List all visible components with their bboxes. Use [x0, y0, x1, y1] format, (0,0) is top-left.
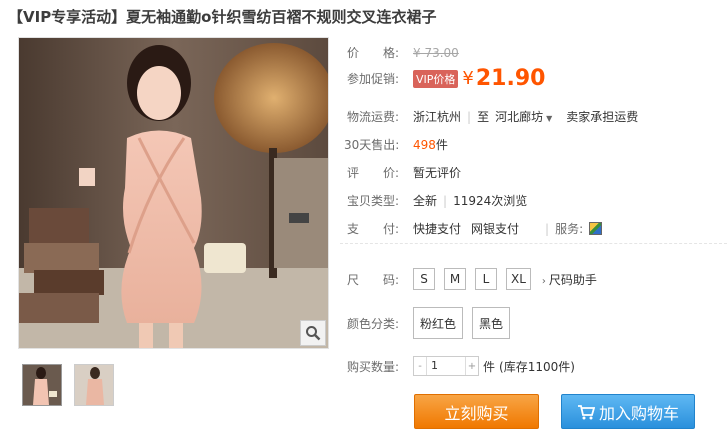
- item-type-row: 宝贝类型: 全新 | 11924次浏览: [347, 192, 527, 209]
- payment-method-quick[interactable]: 快捷支付: [413, 220, 461, 237]
- quantity-decrease-button[interactable]: -: [414, 361, 426, 372]
- cart-icon: [577, 404, 595, 419]
- size-option-m[interactable]: M: [444, 268, 466, 290]
- shipping-fee: 卖家承担运费: [566, 110, 639, 124]
- size-option-l[interactable]: L: [475, 268, 497, 290]
- stock-info: (库存1100件): [499, 359, 575, 374]
- quantity-row: 购买数量: - 1 + 件 (库存1100件): [347, 356, 575, 376]
- shipping-to-prefix: 至: [477, 110, 490, 124]
- chevron-down-icon: ▼: [546, 114, 553, 123]
- payment-label: 支 付:: [347, 222, 400, 236]
- quantity-input[interactable]: 1: [426, 357, 466, 375]
- separator: |: [545, 221, 550, 236]
- promo-price: 21.90: [475, 66, 546, 91]
- view-count: 11924次浏览: [453, 194, 528, 208]
- magnifier-icon: [306, 326, 321, 341]
- promo-price-row: 参加促销: VIP价格 ¥ 21.90: [347, 66, 545, 91]
- sales-count: 498: [413, 137, 436, 152]
- size-option-s[interactable]: S: [413, 268, 435, 290]
- separator: |: [467, 109, 472, 124]
- zoom-button[interactable]: [300, 320, 326, 346]
- buy-now-button[interactable]: 立刻购买: [414, 394, 539, 429]
- color-option-pink[interactable]: 粉红色: [413, 307, 464, 339]
- review-row: 评 价: 暂无评价: [347, 164, 461, 181]
- size-row: 尺 码: S M L XL › 尺码助手: [347, 268, 597, 290]
- buy-now-label: 立刻购买: [444, 403, 509, 423]
- quantity-label: 购买数量:: [347, 359, 400, 374]
- product-photo: [19, 38, 328, 348]
- shipping-row: 物流运费: 浙江杭州 | 至 河北廊坊 ▼ 卖家承担运费: [347, 108, 638, 125]
- add-to-cart-label: 加入购物车: [598, 403, 679, 423]
- thumbnail-2[interactable]: [74, 364, 114, 406]
- size-helper-label: 尺码助手: [548, 272, 597, 287]
- item-type-label: 宝贝类型:: [347, 194, 400, 208]
- thumbnail-1[interactable]: [22, 364, 62, 406]
- promo-label: 参加促销:: [347, 72, 400, 86]
- color-row: 颜色分类: 粉红色 黑色: [347, 307, 519, 339]
- product-title: 【VIP专享活动】夏无袖通勤o针织雪纺百褶不规则交叉连衣裙子: [8, 8, 437, 26]
- product-main-image[interactable]: [18, 37, 329, 349]
- sales-unit: 件: [435, 138, 448, 152]
- currency-symbol: ¥: [462, 68, 474, 89]
- thumbnail-photo: [23, 365, 61, 405]
- thumbnail-strip: [22, 364, 114, 406]
- review-value: 暂无评价: [413, 166, 462, 180]
- color-label: 颜色分类:: [347, 316, 400, 331]
- original-price-row: 价 格: ¥ 73.00: [347, 44, 459, 61]
- size-helper-link[interactable]: › 尺码助手: [542, 271, 597, 288]
- sales-label: 30天售出:: [344, 138, 400, 152]
- quantity-increase-button[interactable]: +: [466, 361, 478, 372]
- shipping-origin: 浙江杭州: [413, 110, 462, 124]
- color-option-black[interactable]: 黑色: [472, 307, 511, 339]
- divider: [340, 243, 727, 244]
- original-price: ¥ 73.00: [413, 45, 459, 60]
- shipping-destination[interactable]: 河北廊坊 ▼: [495, 108, 552, 125]
- add-to-cart-button[interactable]: 加入购物车: [561, 394, 695, 429]
- service-label: 服务:: [555, 222, 584, 236]
- thumbnail-photo: [75, 365, 113, 405]
- size-label: 尺 码:: [347, 272, 400, 287]
- review-label: 评 价:: [347, 166, 400, 180]
- item-condition: 全新: [413, 194, 438, 208]
- chevron-right-icon: ›: [541, 275, 546, 287]
- payment-method-bank[interactable]: 网银支付: [471, 220, 519, 237]
- shipping-label: 物流运费:: [347, 110, 400, 124]
- vip-price-badge: VIP价格: [413, 69, 459, 88]
- price-label: 价 格:: [347, 46, 400, 60]
- sales-row: 30天售出: 498 件: [344, 136, 448, 153]
- service-guarantee-icon[interactable]: [589, 222, 603, 235]
- destination-label: 河北廊坊: [495, 110, 544, 124]
- payment-row: 支 付: 快捷支付 网银支付 | 服务:: [347, 220, 603, 237]
- quantity-unit: 件: [483, 359, 496, 374]
- quantity-stepper: - 1 +: [413, 356, 479, 376]
- separator: |: [443, 193, 448, 208]
- size-option-xl[interactable]: XL: [506, 268, 531, 290]
